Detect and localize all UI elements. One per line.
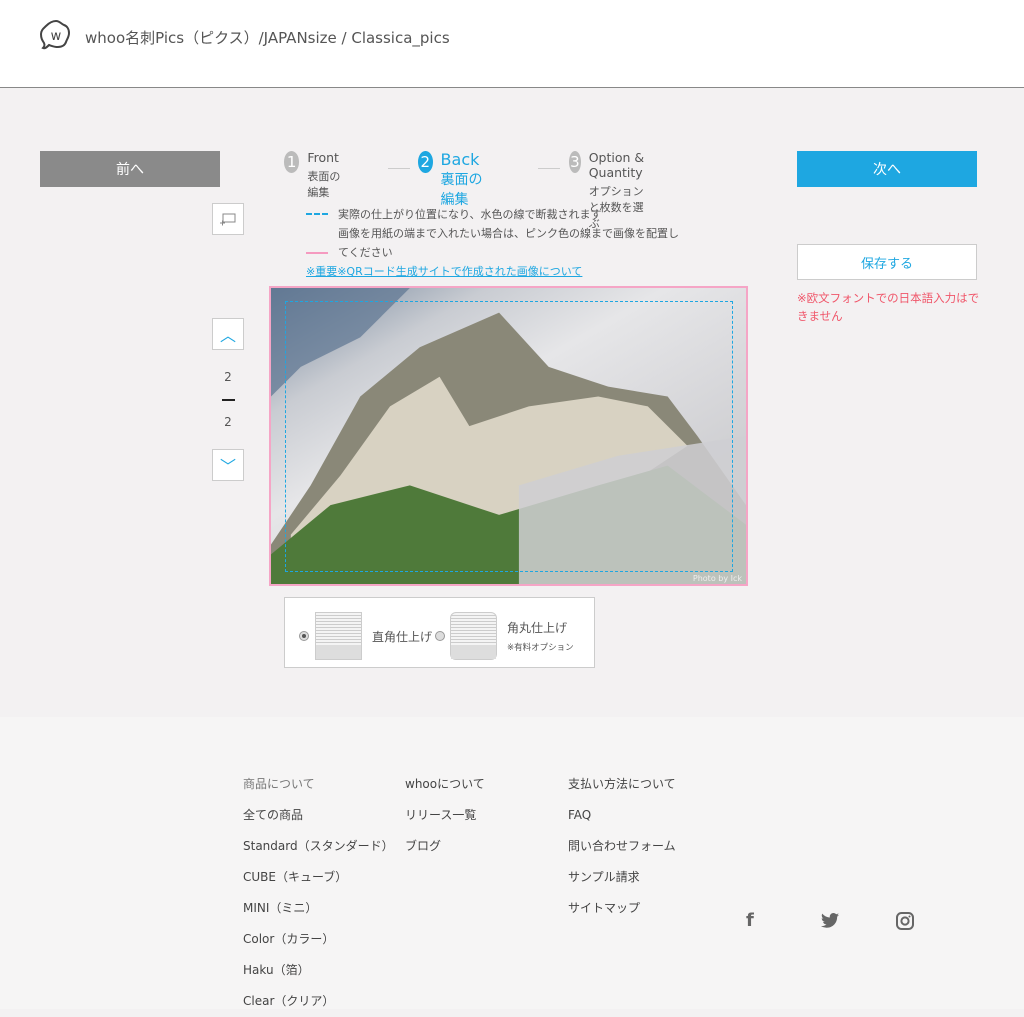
footer-link[interactable]: Standard（スタンダード）: [243, 831, 394, 862]
facebook-icon[interactable]: f: [746, 910, 754, 931]
prev-button[interactable]: 前へ: [40, 151, 220, 187]
font-warning: ※欧文フォントでの日本語入力はできません: [797, 291, 980, 323]
step-back[interactable]: 2 Back 裏面の編集: [418, 150, 487, 209]
footer-col-about: whooについて リリース一覧 ブログ: [405, 769, 485, 862]
footer-link[interactable]: 支払い方法について: [568, 769, 676, 800]
footer-col-support: 支払い方法について FAQ 問い合わせフォーム サンプル請求 サイトマップ: [568, 769, 676, 924]
square-corner-thumbnail: [315, 612, 362, 660]
page-title: whoo名刺Pics（ピクス）/JAPANsize / Classica_pic…: [85, 29, 450, 47]
page-up-button[interactable]: ︿: [212, 318, 244, 350]
footer-link[interactable]: リリース一覧: [405, 800, 485, 831]
footer: 商品について 全ての商品 Standard（スタンダード） CUBE（キューブ）…: [0, 717, 1024, 1009]
whoo-logo-icon[interactable]: w: [38, 18, 74, 54]
footer-link[interactable]: CUBE（キューブ）: [243, 862, 394, 893]
footer-link[interactable]: ブログ: [405, 831, 485, 862]
footer-link[interactable]: FAQ: [568, 800, 676, 831]
guide-legend: 実際の仕上がり位置になり、水色の線で断裁されます 画像を用紙の端まで入れたい場合…: [306, 208, 679, 278]
cut-line-sample: [306, 213, 328, 215]
footer-link[interactable]: サイトマップ: [568, 893, 676, 924]
footer-link[interactable]: Clear（クリア）: [243, 986, 394, 1017]
page-separator: [222, 399, 235, 401]
rotate-button[interactable]: [212, 203, 244, 235]
total-pages: 2: [224, 415, 232, 429]
round-corner-thumbnail: [450, 612, 497, 660]
footer-col-products: 商品について 全ての商品 Standard（スタンダード） CUBE（キューブ）…: [243, 769, 394, 1017]
chevron-down-icon: ﹀: [219, 457, 236, 476]
header: w whoo名刺Pics（ピクス）/JAPANsize / Classica_p…: [0, 0, 1024, 88]
cut-line: [285, 301, 733, 572]
round-finish-radio[interactable]: [435, 631, 445, 641]
finish-selector: 直角仕上げ 角丸仕上げ ※有料オプション: [284, 597, 595, 668]
twitter-icon[interactable]: [821, 913, 839, 928]
qr-notice-link[interactable]: ※重要※QRコード生成サイトで作成された画像について: [306, 265, 582, 278]
step-divider: [538, 168, 560, 169]
page-down-button[interactable]: ﹀: [212, 449, 244, 481]
footer-link[interactable]: MINI（ミニ）: [243, 893, 394, 924]
next-button[interactable]: 次へ: [797, 151, 977, 187]
design-canvas[interactable]: Photo by Ick: [269, 286, 748, 586]
step-front[interactable]: 1 Front 表面の編集: [284, 150, 346, 200]
footer-link[interactable]: Color（カラー）: [243, 924, 394, 955]
chevron-up-icon: ︿: [219, 326, 236, 345]
svg-text:w: w: [51, 29, 62, 44]
rotate-orientation-icon: [220, 213, 236, 226]
instagram-icon[interactable]: [896, 912, 914, 930]
step-divider: [388, 168, 410, 169]
square-finish-label[interactable]: 直角仕上げ: [372, 628, 432, 645]
footer-link[interactable]: 全ての商品: [243, 800, 394, 831]
footer-link[interactable]: Haku（箔）: [243, 955, 394, 986]
photo-credit: Photo by Ick: [692, 574, 742, 583]
footer-link[interactable]: 問い合わせフォーム: [568, 831, 676, 862]
footer-link[interactable]: whooについて: [405, 769, 485, 800]
square-finish-radio[interactable]: [299, 631, 309, 641]
bleed-line-sample: [306, 252, 328, 254]
current-page: 2: [224, 370, 232, 384]
save-button[interactable]: 保存する: [797, 244, 977, 280]
round-finish-label[interactable]: 角丸仕上げ: [507, 619, 567, 636]
paid-option-note: ※有料オプション: [507, 643, 574, 653]
footer-link[interactable]: サンプル請求: [568, 862, 676, 893]
